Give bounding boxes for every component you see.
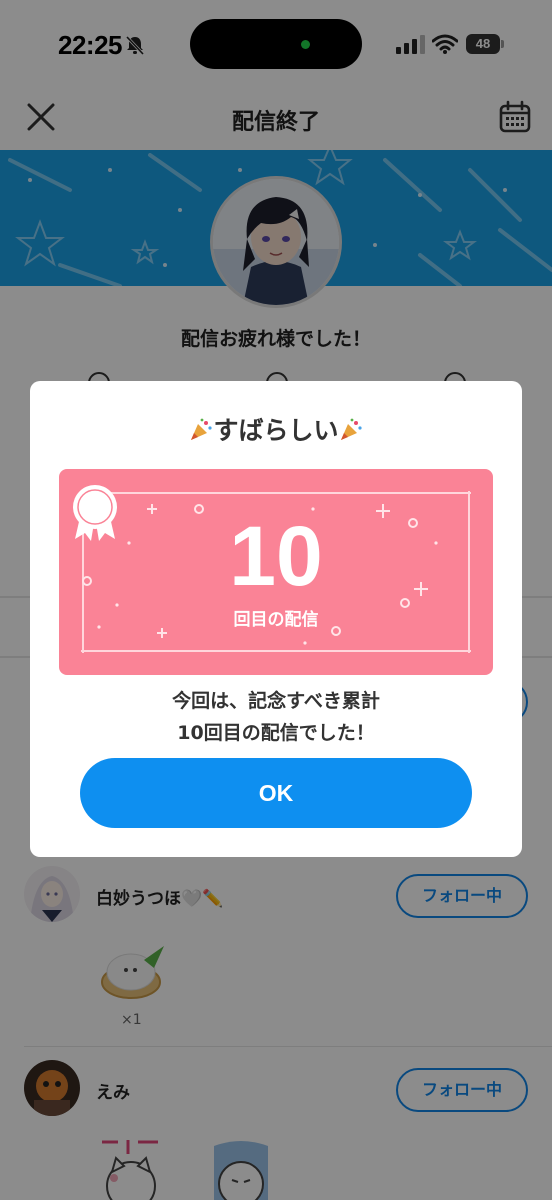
milestone-number: 10 (229, 509, 323, 603)
milestone-subtitle: 回目の配信 (233, 610, 319, 630)
party-popper-icon (340, 418, 362, 440)
message-line-2: 10回目の配信でした！ (177, 722, 375, 744)
dialog-title: すばらしい (30, 411, 522, 447)
milestone-card: 10 回目の配信 (59, 469, 493, 675)
message-line-1: 今回は、記念すべき累計 (172, 690, 380, 712)
milestone-dialog: すばらしい 10 回目の配信 今回は、記念すべき累計 10回目の配信でした！ O… (30, 381, 522, 857)
milestone-message: 今回は、記念すべき累計 10回目の配信でした！ (30, 685, 522, 749)
dialog-title-text: すばらしい (213, 416, 339, 445)
party-popper-icon (191, 418, 213, 440)
ok-button[interactable]: OK (80, 758, 472, 828)
